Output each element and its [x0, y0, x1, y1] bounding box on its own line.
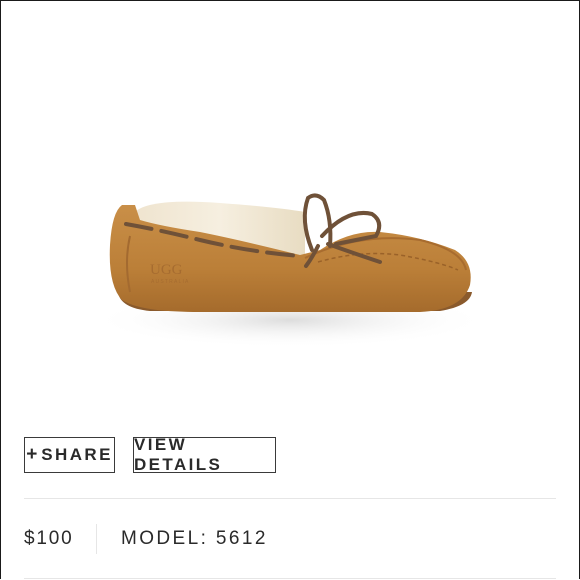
- info-separator: [96, 524, 97, 554]
- view-details-label: VIEW DETAILS: [134, 435, 223, 474]
- view-details-button[interactable]: VIEW DETAILS: [133, 435, 276, 474]
- share-button-label: SHARE: [41, 445, 113, 464]
- product-image[interactable]: UGG AUSTRALIA: [0, 0, 580, 420]
- price: $100: [24, 528, 74, 549]
- model-number: MODEL: 5612: [121, 528, 268, 549]
- plus-icon: +: [26, 444, 38, 465]
- bow-loop-left: [302, 193, 333, 252]
- brand-logo-subtext: AUSTRALIA: [151, 279, 190, 285]
- slipper-illustration: UGG AUSTRALIA: [90, 193, 490, 348]
- brand-logo: UGG: [150, 262, 183, 278]
- divider: [24, 498, 556, 499]
- share-button[interactable]: + SHARE: [24, 437, 115, 473]
- divider-bottom: [24, 578, 556, 579]
